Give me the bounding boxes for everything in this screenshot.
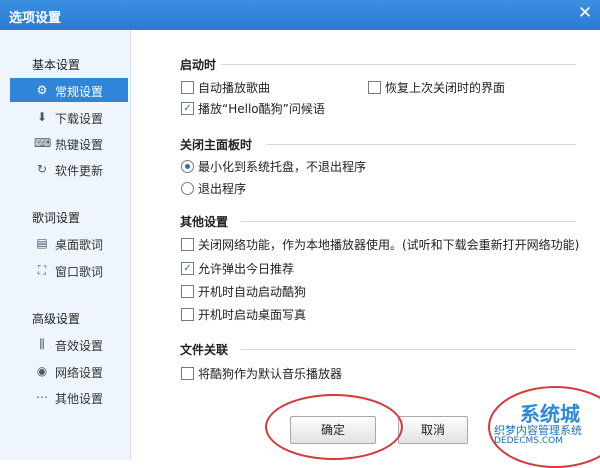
cancel-button[interactable]: 取消: [398, 416, 468, 444]
check-icon: ✓: [181, 262, 194, 275]
watermark-url: DEDECMS.COM: [494, 436, 563, 446]
check-icon: ✓: [181, 102, 194, 115]
sidebar-item-general[interactable]: ⚙ 常规设置: [10, 78, 128, 102]
title-bar: 选项设置 ✕: [0, 0, 600, 30]
sidebar: 基本设置 ⚙ 常规设置 ⬇ 下载设置 ⌨ 热键设置 ↻ 软件更新 歌词设置 ▤ …: [0, 30, 131, 460]
sidebar-item-label: 热键设置: [55, 138, 104, 152]
window-title: 选项设置: [9, 11, 62, 26]
checkbox-box: [181, 308, 194, 321]
update-icon: ↻: [36, 162, 48, 176]
sidebar-item-label: 桌面歌词: [55, 238, 104, 252]
checkbox-box: [181, 285, 194, 298]
option-label: 关闭网络功能，作为本地播放器使用。(试听和下载会重新打开网络功能): [198, 238, 580, 252]
section-divider: [267, 144, 576, 145]
section-title-close-panel: 关闭主面板时: [180, 138, 253, 152]
section-divider: [221, 64, 576, 65]
download-icon: ⬇: [36, 110, 48, 124]
option-label: 播放“Hello酷狗”问候语: [198, 102, 325, 116]
sidebar-group-advanced: 高级设置: [32, 312, 81, 326]
desktop-lyrics-icon: ▤: [36, 236, 48, 250]
sidebar-item-label: 其他设置: [55, 392, 104, 406]
option-label: 开机时自动启动酷狗: [198, 285, 307, 299]
option-label: 恢复上次关闭时的界面: [385, 81, 506, 95]
sidebar-item-label: 窗口歌词: [55, 265, 104, 279]
sidebar-group-basic: 基本设置: [32, 58, 81, 72]
checkbox-box: [368, 81, 381, 94]
sidebar-item-window-lyrics[interactable]: ⛶ 窗口歌词: [10, 258, 128, 282]
section-title-startup: 启动时: [180, 58, 217, 72]
radio-dot: [185, 164, 190, 169]
sidebar-item-label: 网络设置: [55, 366, 104, 380]
keyboard-icon: ⌨: [34, 136, 52, 150]
option-label: 允许弹出今日推荐: [198, 262, 295, 276]
option-label: 最小化到系统托盘，不退出程序: [198, 160, 367, 174]
sidebar-item-sound[interactable]: ⫼ 音效设置: [10, 332, 128, 356]
section-title-other: 其他设置: [180, 215, 229, 229]
section-title-file-association: 文件关联: [180, 343, 229, 357]
sidebar-item-network[interactable]: ◉ 网络设置: [10, 359, 128, 383]
option-label: 开机时启动桌面写真: [198, 308, 307, 322]
option-label: 自动播放歌曲: [198, 81, 271, 95]
close-icon[interactable]: ✕: [576, 4, 594, 22]
sidebar-item-label: 常规设置: [55, 85, 104, 99]
radio-selected: [181, 160, 194, 173]
network-icon: ◉: [36, 364, 48, 378]
window-lyrics-icon: ⛶: [37, 263, 47, 277]
sidebar-item-download[interactable]: ⬇ 下载设置: [10, 105, 128, 129]
gear-icon: ⚙: [36, 83, 48, 97]
radio-unselected: [181, 182, 194, 195]
option-label: 将酷狗作为默认音乐播放器: [198, 367, 343, 381]
sidebar-item-hotkey[interactable]: ⌨ 热键设置: [10, 131, 128, 155]
option-label: 退出程序: [198, 182, 247, 196]
sidebar-group-lyrics: 歌词设置: [32, 211, 81, 225]
ok-button[interactable]: 确定: [290, 416, 376, 444]
section-divider: [241, 221, 576, 222]
more-icon: ⋯: [36, 390, 48, 404]
equalizer-icon: ⫼: [39, 337, 45, 351]
sidebar-item-desktop-lyrics[interactable]: ▤ 桌面歌词: [10, 231, 128, 255]
section-divider: [241, 349, 576, 350]
sidebar-item-other[interactable]: ⋯ 其他设置: [10, 385, 128, 409]
sidebar-item-label: 音效设置: [55, 339, 104, 353]
checkbox-box: [181, 81, 194, 94]
sidebar-item-update[interactable]: ↻ 软件更新: [10, 157, 128, 181]
sidebar-item-label: 下载设置: [55, 112, 104, 126]
checkbox-box: [181, 367, 194, 380]
sidebar-item-label: 软件更新: [55, 164, 104, 178]
checkbox-box: [181, 238, 194, 251]
watermark: 系统城 织梦内容管理系统 DEDECMS.COM: [480, 390, 600, 460]
